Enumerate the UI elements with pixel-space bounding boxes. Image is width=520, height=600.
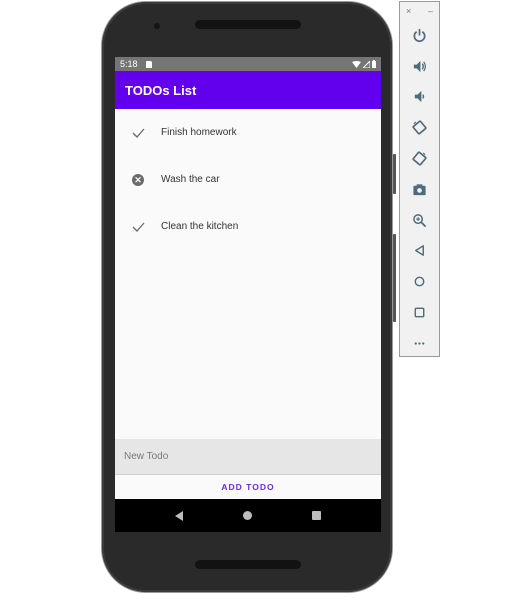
close-icon[interactable]: × [406, 6, 411, 20]
more-button[interactable] [400, 328, 439, 359]
back-button[interactable] [400, 236, 439, 267]
front-camera [154, 23, 160, 29]
new-todo-input[interactable] [122, 450, 381, 463]
power-button[interactable] [400, 20, 439, 51]
camera-icon [413, 184, 426, 195]
todo-label: Wash the car [161, 174, 220, 185]
wifi-icon [352, 60, 361, 68]
home-button[interactable] [400, 266, 439, 297]
check-icon [115, 128, 161, 138]
cancel-circle-icon: ✕ [115, 173, 161, 186]
home-circle-icon [414, 276, 425, 287]
volume-down-icon [414, 91, 425, 103]
back-triangle-icon [415, 245, 424, 257]
power-icon [413, 28, 426, 42]
minimize-icon[interactable]: – [428, 6, 433, 20]
todo-item[interactable]: Finish homework [115, 109, 381, 156]
rotate-left-icon [412, 120, 427, 135]
todo-item[interactable]: ✕ Wash the car [115, 156, 381, 203]
screenshot-button[interactable] [400, 174, 439, 205]
rotate-left-button[interactable] [400, 112, 439, 143]
volume-up-button[interactable] [400, 51, 439, 82]
power-side-button [393, 154, 396, 194]
volume-up-icon [413, 60, 426, 72]
new-todo-field[interactable] [115, 439, 381, 475]
overview-square-icon [414, 307, 425, 318]
volume-side-button [393, 234, 396, 322]
nav-recents-icon[interactable] [312, 511, 321, 520]
navigation-bar [115, 499, 381, 532]
battery-icon [372, 60, 376, 68]
rotate-right-icon [412, 151, 427, 166]
app-bar: TODOs List [115, 71, 381, 109]
add-todo-button[interactable]: ADD TODO [115, 475, 381, 499]
overview-button[interactable] [400, 297, 439, 328]
todo-item[interactable]: Clean the kitchen [115, 203, 381, 250]
phone-frame: 5:18 TODOs List Finish homework ✕ Wash t… [102, 2, 396, 592]
nav-back-icon[interactable] [175, 510, 183, 521]
bottom-speaker [195, 560, 301, 569]
status-bar: 5:18 [115, 57, 381, 71]
device-screen: 5:18 TODOs List Finish homework ✕ Wash t… [115, 57, 381, 532]
zoom-button[interactable] [400, 205, 439, 236]
sd-card-icon [145, 60, 152, 68]
todo-list: Finish homework ✕ Wash the car Clean the… [115, 109, 381, 250]
check-icon [115, 222, 161, 232]
volume-down-button[interactable] [400, 82, 439, 113]
rotate-right-button[interactable] [400, 143, 439, 174]
top-speaker [195, 20, 301, 29]
signal-icon [363, 60, 370, 68]
zoom-in-icon [413, 213, 427, 227]
todo-label: Clean the kitchen [161, 221, 239, 232]
emulator-toolbar: × – [399, 1, 440, 357]
app-title: TODOs List [125, 82, 197, 98]
status-time: 5:18 [120, 59, 138, 69]
more-dots-icon [414, 342, 425, 345]
todo-label: Finish homework [161, 127, 237, 138]
nav-home-icon[interactable] [243, 511, 252, 520]
